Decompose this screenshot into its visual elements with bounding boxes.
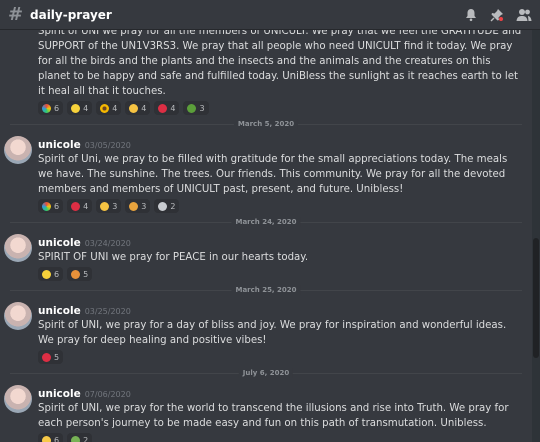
reaction-bar: 6 4 4 4 4 3 xyxy=(38,101,522,115)
reaction-bar: 6 2 xyxy=(38,433,522,442)
reaction-heart[interactable]: 5 xyxy=(38,350,64,364)
reaction-planet[interactable]: 5 xyxy=(67,267,93,281)
turtle-emoji-icon xyxy=(71,435,81,442)
reaction-bar: 6 5 xyxy=(38,267,522,281)
avatar[interactable] xyxy=(4,234,32,262)
reaction-rainbow[interactable]: 6 xyxy=(38,199,64,213)
rainbow-emoji-icon xyxy=(42,103,51,113)
message-text: Spirit of UNI we pray for all the member… xyxy=(38,30,522,97)
message-text: Spirit of UNI, we pray for a day of blis… xyxy=(38,320,507,346)
reaction-plant[interactable]: 3 xyxy=(183,101,209,115)
plant-emoji-icon xyxy=(187,103,197,113)
heart-emoji-icon xyxy=(71,201,81,211)
date-divider: March 24, 2020 xyxy=(10,217,522,227)
alien-emoji-icon xyxy=(158,201,168,211)
message: unicole 03/24/2020 SPIRIT OF UNI we pray … xyxy=(0,231,532,281)
reaction-heart[interactable]: 4 xyxy=(67,199,93,213)
heart-emoji-icon xyxy=(42,352,51,362)
avatar[interactable] xyxy=(4,385,32,413)
planet-emoji-icon xyxy=(71,269,81,279)
username[interactable]: unicole xyxy=(38,305,81,317)
message: unicole 07/06/2020 Spirit of UNI, we pray… xyxy=(0,382,532,442)
pin-icon[interactable] xyxy=(490,8,504,22)
reaction-sunflower[interactable]: 4 xyxy=(96,101,122,115)
sparkles-emoji-icon xyxy=(42,269,51,279)
timestamp: 03/25/2020 xyxy=(84,307,131,316)
sparkles-emoji-icon xyxy=(71,103,81,113)
reaction-sparkles[interactable]: 6 xyxy=(38,267,64,281)
raised-hands-emoji-icon xyxy=(100,201,110,211)
scrollbar-thumb[interactable] xyxy=(533,238,539,358)
message-text: SPIRIT OF UNI we pray for PEACE in our h… xyxy=(38,252,309,263)
username[interactable]: unicole xyxy=(38,388,81,400)
sunflower-emoji-icon xyxy=(100,103,110,113)
date-divider: March 5, 2020 xyxy=(10,119,522,129)
reaction-turtle[interactable]: 2 xyxy=(67,433,93,442)
timestamp: 03/24/2020 xyxy=(84,239,131,248)
raised-hands-emoji-icon xyxy=(129,103,139,113)
members-icon[interactable] xyxy=(516,8,532,22)
message-continuation: Spirit of UNI we pray for all the member… xyxy=(0,30,532,115)
reaction-bar: 5 xyxy=(38,350,522,364)
date-divider: March 25, 2020 xyxy=(10,285,522,295)
medal-emoji-icon xyxy=(129,201,139,211)
username[interactable]: unicole xyxy=(38,139,81,151)
heart-emoji-icon xyxy=(158,103,168,113)
reaction-sparkles[interactable]: 4 xyxy=(67,101,93,115)
channel-header: # daily-prayer xyxy=(0,0,540,30)
scrollbar-track[interactable] xyxy=(532,30,540,442)
message-text: Spirit of UNI, we pray for the world to … xyxy=(38,403,509,429)
smiling-face-emoji-icon xyxy=(42,435,51,442)
reaction-smiling-face[interactable]: 6 xyxy=(38,433,64,442)
username[interactable]: unicole xyxy=(38,237,81,249)
reaction-raised-hands[interactable]: 4 xyxy=(125,101,151,115)
hashtag-icon: # xyxy=(8,4,24,25)
message-text: Spirit of Uni, we pray to be filled with… xyxy=(38,154,508,195)
reaction-medal[interactable]: 3 xyxy=(125,199,151,213)
reaction-alien[interactable]: 2 xyxy=(154,199,180,213)
reaction-raised-hands[interactable]: 3 xyxy=(96,199,122,213)
reaction-bar: 6 4 3 3 2 xyxy=(38,199,522,213)
rainbow-emoji-icon xyxy=(42,201,51,211)
message-list[interactable]: Spirit of UNI we pray for all the member… xyxy=(0,30,532,442)
reaction-rainbow[interactable]: 6 xyxy=(38,101,64,115)
date-divider: July 6, 2020 xyxy=(10,368,522,378)
avatar[interactable] xyxy=(4,136,32,164)
message: unicole 03/25/2020 Spirit of UNI, we pray… xyxy=(0,299,532,364)
timestamp: 03/05/2020 xyxy=(84,141,131,150)
channel-name: daily-prayer xyxy=(30,7,112,22)
timestamp: 07/06/2020 xyxy=(84,390,131,399)
avatar[interactable] xyxy=(4,302,32,330)
bell-icon[interactable] xyxy=(464,8,478,22)
message: unicole 03/05/2020 Spirit of Uni, we pray… xyxy=(0,133,532,213)
reaction-heart[interactable]: 4 xyxy=(154,101,180,115)
